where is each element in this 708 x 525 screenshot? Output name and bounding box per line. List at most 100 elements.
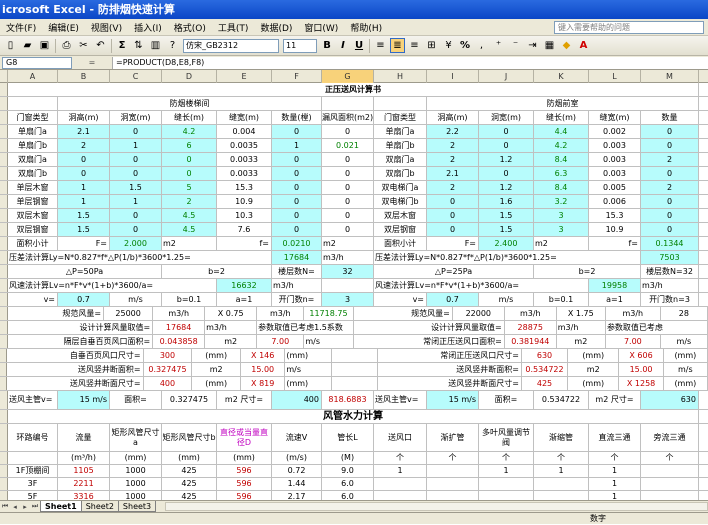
cell[interactable]: 0 [322, 167, 374, 180]
row-header[interactable] [0, 410, 8, 423]
column-header-h[interactable]: H [374, 70, 427, 83]
cell[interactable]: 2 [162, 195, 217, 208]
cell[interactable]: 渐扩管 [427, 424, 479, 451]
menu-file[interactable]: 文件(F) [0, 21, 42, 34]
row-header[interactable] [0, 293, 8, 306]
row-header[interactable] [0, 335, 8, 348]
cell[interactable]: a=1 [217, 293, 272, 306]
cell[interactable]: 0 [272, 195, 322, 208]
cell[interactable]: 0 [322, 209, 374, 222]
cell[interactable]: 6.0 [322, 478, 374, 490]
autosum-button[interactable]: Σ [115, 38, 129, 53]
cell[interactable]: 2.1 [58, 125, 110, 138]
cell[interactable]: 400 [272, 391, 322, 409]
cell[interactable]: 0 [272, 125, 322, 138]
cell[interactable]: 400 [144, 377, 193, 390]
cell[interactable] [427, 478, 479, 490]
sort-icon[interactable]: ⇅ [131, 38, 146, 53]
cell[interactable]: 送风竖井断面积= [7, 363, 144, 376]
cell[interactable]: 直流三通 [589, 424, 641, 451]
cell[interactable]: 0 [272, 209, 322, 222]
cell[interactable]: 洞高(m) [427, 111, 479, 124]
row-header[interactable] [0, 391, 8, 409]
cell[interactable]: 22000 [453, 307, 505, 320]
cell[interactable]: (mm) [192, 377, 242, 390]
cell[interactable]: 双层木窗 [374, 209, 427, 222]
cell[interactable]: 0.534722 [522, 363, 569, 376]
cell[interactable]: 10.9 [589, 223, 641, 236]
cell[interactable]: 环路编号 [8, 424, 58, 451]
menu-view[interactable]: 视图(V) [85, 21, 128, 34]
cell[interactable]: 渐缩管 [534, 424, 589, 451]
column-header-k[interactable]: K [534, 70, 589, 83]
cell[interactable]: 1.6 [479, 195, 534, 208]
cell[interactable]: 0 [162, 153, 217, 166]
cell[interactable]: 直径或当量直径D [217, 424, 272, 451]
cell[interactable] [641, 478, 699, 490]
cell[interactable]: X 606 [619, 349, 664, 362]
cell[interactable]: 7.6 [217, 223, 272, 236]
cell[interactable]: 596 [217, 465, 272, 477]
cell[interactable]: 2.1 [427, 167, 479, 180]
cell[interactable] [641, 465, 699, 477]
cell[interactable]: 面积= [110, 391, 162, 409]
row-header[interactable] [0, 125, 8, 138]
tab-sheet1[interactable]: Sheet1 [40, 501, 82, 512]
column-header-a[interactable]: A [8, 70, 58, 83]
cell[interactable]: 旁流三通 [641, 424, 699, 451]
bold-button[interactable]: B [320, 38, 334, 53]
cell[interactable]: 1F顶棚间 [8, 465, 58, 477]
cell[interactable]: m/s [110, 293, 162, 306]
cell[interactable]: 2.000 [110, 237, 162, 250]
currency-icon[interactable]: ¥ [441, 38, 456, 53]
cell[interactable]: 0 [272, 167, 322, 180]
cell[interactable]: 单扇门a [8, 125, 58, 138]
cell[interactable]: 4.5 [162, 209, 217, 222]
cell[interactable]: 0 [162, 167, 217, 180]
cell[interactable]: f= [217, 237, 272, 250]
first-sheet-icon[interactable]: ⏮ [0, 502, 10, 511]
cell[interactable]: 漏风面积(m2) [322, 111, 374, 124]
cell[interactable]: 0 [322, 223, 374, 236]
cell[interactable]: 1.2 [479, 153, 534, 166]
cell[interactable]: 15.3 [217, 181, 272, 194]
cell[interactable]: (mm) [110, 452, 162, 464]
cell[interactable]: 2.2 [427, 125, 479, 138]
cell[interactable]: 0 [322, 153, 374, 166]
cell[interactable]: 双层木窗 [8, 209, 58, 222]
cell[interactable]: 425 [162, 465, 217, 477]
cell[interactable]: 2211 [58, 478, 110, 490]
print-icon[interactable]: ⎙ [59, 38, 74, 53]
cell[interactable]: 送风主管v= [374, 391, 427, 409]
cell[interactable]: 818.6883 [322, 391, 374, 409]
cell[interactable]: 个 [479, 452, 534, 464]
cell[interactable]: 5 [162, 181, 217, 194]
column-header-c[interactable]: C [110, 70, 162, 83]
cell[interactable]: 2 [427, 181, 479, 194]
cell[interactable]: 17684 [153, 321, 206, 334]
row-header[interactable] [0, 167, 8, 180]
cell[interactable]: 1 [479, 465, 534, 477]
help-search-input[interactable]: 键入需要帮助的问题 [554, 20, 704, 34]
cell[interactable]: 0.003 [589, 139, 641, 152]
cell[interactable]: 隔层自垂百页风口面积= [8, 335, 154, 348]
cell[interactable] [322, 279, 374, 292]
cell[interactable]: 数量 [641, 111, 699, 124]
row-header[interactable] [0, 181, 8, 194]
cell[interactable]: (m/s) [272, 452, 322, 464]
cell[interactable]: 常闭正压送风口面积= [354, 335, 505, 348]
cell[interactable]: 1.44 [272, 478, 322, 490]
cell[interactable] [322, 97, 374, 110]
cell[interactable]: 7.00 [606, 335, 661, 348]
cell[interactable]: m2 [162, 237, 217, 250]
cell[interactable]: 洞高(m) [58, 111, 110, 124]
cell[interactable]: 个 [641, 452, 699, 464]
column-header-l[interactable]: L [589, 70, 641, 83]
cell[interactable]: 4.5 [162, 223, 217, 236]
row-header[interactable] [0, 209, 8, 222]
cell[interactable]: b=2 [534, 265, 641, 278]
cell[interactable]: 1 [589, 478, 641, 490]
row-header[interactable] [0, 153, 8, 166]
column-header-m[interactable]: M [641, 70, 699, 83]
cell-grid[interactable]: 正压送风计算书 防烟楼梯间 防烟前室 门窗类型 洞高(m) 洞宽(m) 缝长(m) 缝宽(m)… [0, 83, 708, 500]
